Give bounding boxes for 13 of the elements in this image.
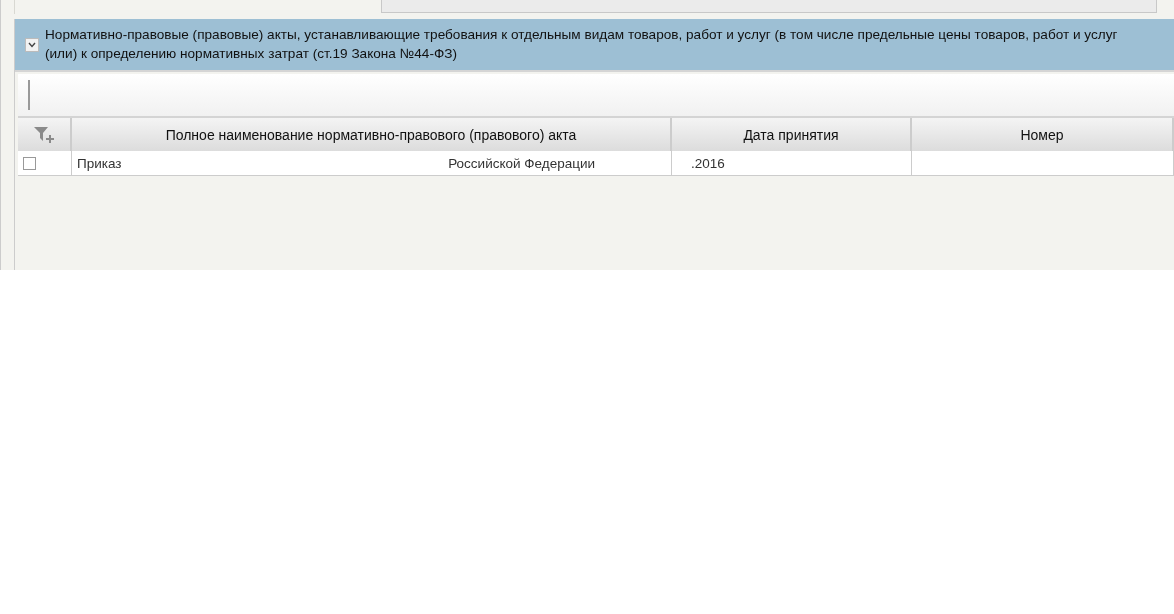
collapse-toggle[interactable] [25,38,39,52]
table-cell-text: .2016 [690,155,725,171]
column-header[interactable]: Полное наименование нормативно-правового (правового) акта [72,118,672,151]
column-header[interactable]: Дата принятия [672,118,912,151]
chevron-icon [28,42,36,48]
section-title: (или) к определению нормативных затрат (ст.19 Закона №44-ФЗ) [45,45,458,63]
input-field[interactable] [381,0,1157,13]
row-checkbox[interactable] [23,156,36,170]
column-header[interactable]: Номер [912,118,1174,151]
table-cell: Российской Федерации [448,155,595,171]
section-title: Нормативно-правовые (правовые) акты, устанавливающие требования к отдельным видам товаров, работ и услуг (в том числе предельные цены товаров, работ и услуг [45,26,1118,44]
filter-icon[interactable] [33,125,55,144]
table-cell: Приказ [77,155,122,171]
